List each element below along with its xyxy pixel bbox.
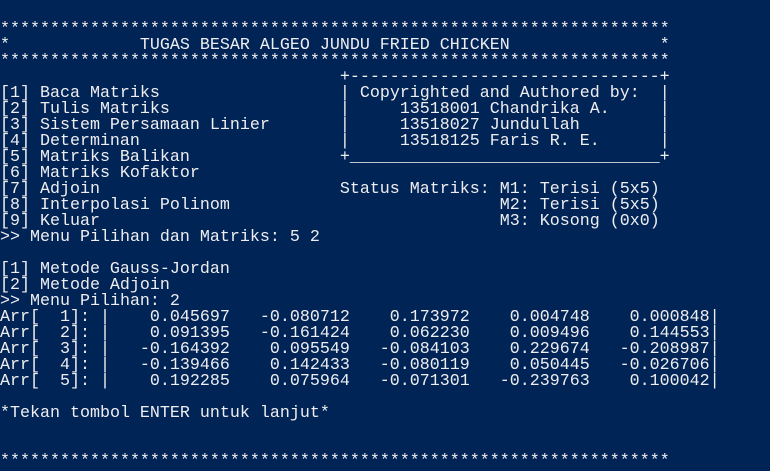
border-text: ****************************************… [0, 452, 670, 471]
menu-prompt[interactable]: >> Menu Pilihan dan Matriks: 5 2 [0, 229, 320, 246]
matrix-cell: -0.239763 [499, 372, 590, 391]
console-window: ****************************************… [0, 21, 770, 471]
footer-border: ****************************************… [0, 452, 770, 471]
credits-box-bottom: +_______________________________+ [339, 148, 670, 167]
row-label: Arr[ 5]: | [0, 372, 110, 391]
matrix-cell: 0.100042 [629, 372, 710, 391]
matrix-output: Arr[ 1]: | 0.045697 -0.080712 0.173972 0.004… [0, 309, 770, 391]
matrix-row: Arr[ 5]: | 0.192285 0.075964 -0.071301 -0.23… [0, 372, 770, 391]
matrix-cell: -0.071301 [379, 372, 470, 391]
status-m3: M3: Kosong (0x0) [499, 212, 660, 231]
matrix-cell: 0.192285 [149, 372, 230, 391]
row-end: | [709, 372, 720, 391]
status-label: Status Matriks: [339, 180, 490, 199]
continue-prompt: *Tekan tombol ENTER untuk lanjut* [0, 404, 330, 423]
matrix-cell: 0.075964 [269, 372, 350, 391]
